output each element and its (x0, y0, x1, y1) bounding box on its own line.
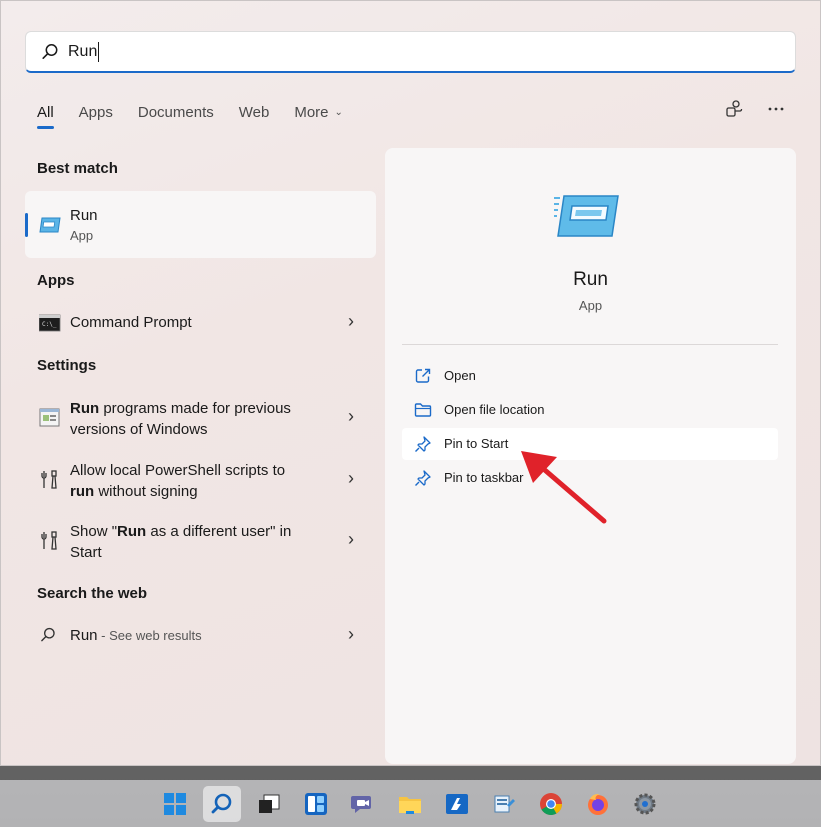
action-open[interactable]: Open (402, 360, 778, 392)
search-icon (41, 627, 55, 642)
more-options-icon[interactable] (766, 99, 786, 119)
remote-desktop-icon (446, 794, 468, 814)
action-pin-to-start-label: Pin to Start (444, 436, 509, 451)
tab-all[interactable]: All (37, 99, 54, 129)
preview-divider (402, 344, 778, 345)
search-panel: Run All Apps Documents Web More ⌄ Best ma… (0, 0, 821, 766)
pin-icon (415, 470, 431, 486)
tab-web-label: Web (238, 103, 270, 121)
taskbar-widgets-button[interactable] (297, 786, 335, 822)
chevron-right-icon: › (348, 529, 354, 549)
search-input[interactable]: Run (25, 31, 796, 73)
preview-app-name: Run (573, 269, 608, 290)
best-match-item-run[interactable]: Run App (25, 191, 376, 258)
list-item-run-as-user-settings[interactable]: Show "Run as a different user" in Start › (25, 520, 376, 566)
search-value: Run (68, 42, 98, 60)
list-item-run-compat-settings[interactable]: Run programs made for previous versions o… (25, 397, 376, 443)
start-icon (164, 793, 186, 815)
command-prompt-icon: C:\_ (39, 314, 61, 332)
list-item-command-prompt[interactable]: C:\_ Command Prompt › (25, 307, 376, 339)
selection-indicator (25, 213, 28, 237)
preview-app-type: App (578, 298, 603, 313)
apps-heading: Apps (37, 272, 75, 289)
open-external-icon (415, 368, 431, 383)
filter-tabs: All Apps Documents Web More ⌄ (37, 99, 368, 129)
run-app-large-icon (554, 195, 619, 237)
taskbar-start-button[interactable] (156, 786, 194, 822)
action-open-file-location-label: Open file location (444, 402, 545, 417)
action-open-label: Open (444, 368, 476, 383)
best-match-subtitle: App (70, 228, 94, 243)
taskbar-task-view-button[interactable] (250, 786, 288, 822)
settings-heading: Settings (37, 357, 97, 374)
text-caret (98, 41, 100, 62)
svg-text:C:\_: C:\_ (42, 321, 57, 328)
settings-item-label: Show "Run as a different user" in Start (70, 523, 292, 561)
search-icon (211, 793, 232, 814)
list-item-web-search[interactable]: Run - See web results › (25, 620, 376, 652)
developer-tools-icon (41, 531, 57, 550)
taskbar-settings-button[interactable] (626, 786, 664, 822)
chevron-right-icon: › (348, 468, 354, 488)
teams-chat-icon (351, 796, 371, 813)
taskbar-firefox-button[interactable] (579, 786, 617, 822)
taskbar-remote-desktop-button[interactable] (438, 786, 476, 822)
search-web-heading: Search the web (37, 585, 148, 602)
best-match-heading: Best match (37, 160, 118, 177)
chevron-right-icon: › (348, 311, 354, 331)
folder-icon (414, 403, 432, 417)
settings-icon (634, 793, 656, 815)
developer-tools-icon (41, 470, 57, 489)
tab-documents-label: Documents (137, 103, 214, 121)
compatibility-settings-icon (39, 408, 60, 427)
tools-icon (494, 795, 515, 813)
tab-apps[interactable]: Apps (79, 99, 113, 125)
account-switch-icon[interactable] (724, 99, 744, 119)
settings-item-label: Allow local PowerShell scripts to run wit… (70, 462, 286, 500)
web-search-label: Run - See web results (70, 627, 202, 644)
taskbar-teams-chat-button[interactable] (344, 786, 382, 822)
taskbar-tools-button[interactable] (485, 786, 523, 822)
tab-documents[interactable]: Documents (138, 99, 214, 125)
annotation-arrow-icon (521, 451, 607, 524)
chrome-icon (540, 793, 562, 815)
tab-more[interactable]: More ⌄ (294, 99, 343, 125)
tab-more-label: More (294, 103, 329, 121)
task-view-icon (259, 794, 280, 813)
tab-web[interactable]: Web (239, 99, 270, 125)
action-open-file-location[interactable]: Open file location (402, 394, 778, 426)
command-prompt-label: Command Prompt (70, 314, 192, 331)
search-icon (42, 43, 58, 59)
widgets-icon (305, 793, 327, 815)
list-item-powershell-settings[interactable]: Allow local PowerShell scripts to run wit… (25, 459, 376, 505)
taskbar (0, 780, 821, 827)
pin-icon (415, 436, 431, 452)
top-right-actions (724, 99, 786, 119)
taskbar-chrome-button[interactable] (532, 786, 570, 822)
run-app-icon (39, 217, 61, 233)
chevron-right-icon: › (348, 624, 354, 644)
tab-apps-label: Apps (78, 103, 113, 121)
tab-all-label: All (37, 103, 54, 121)
chevron-down-icon: ⌄ (334, 106, 343, 118)
file-explorer-icon (399, 797, 421, 814)
best-match-title: Run (70, 207, 98, 224)
settings-item-label: Run programs made for previous versions o… (70, 400, 291, 438)
taskbar-search-button[interactable] (203, 786, 241, 822)
chevron-right-icon: › (348, 406, 354, 426)
firefox-icon (588, 793, 608, 815)
taskbar-file-explorer-button[interactable] (391, 786, 429, 822)
